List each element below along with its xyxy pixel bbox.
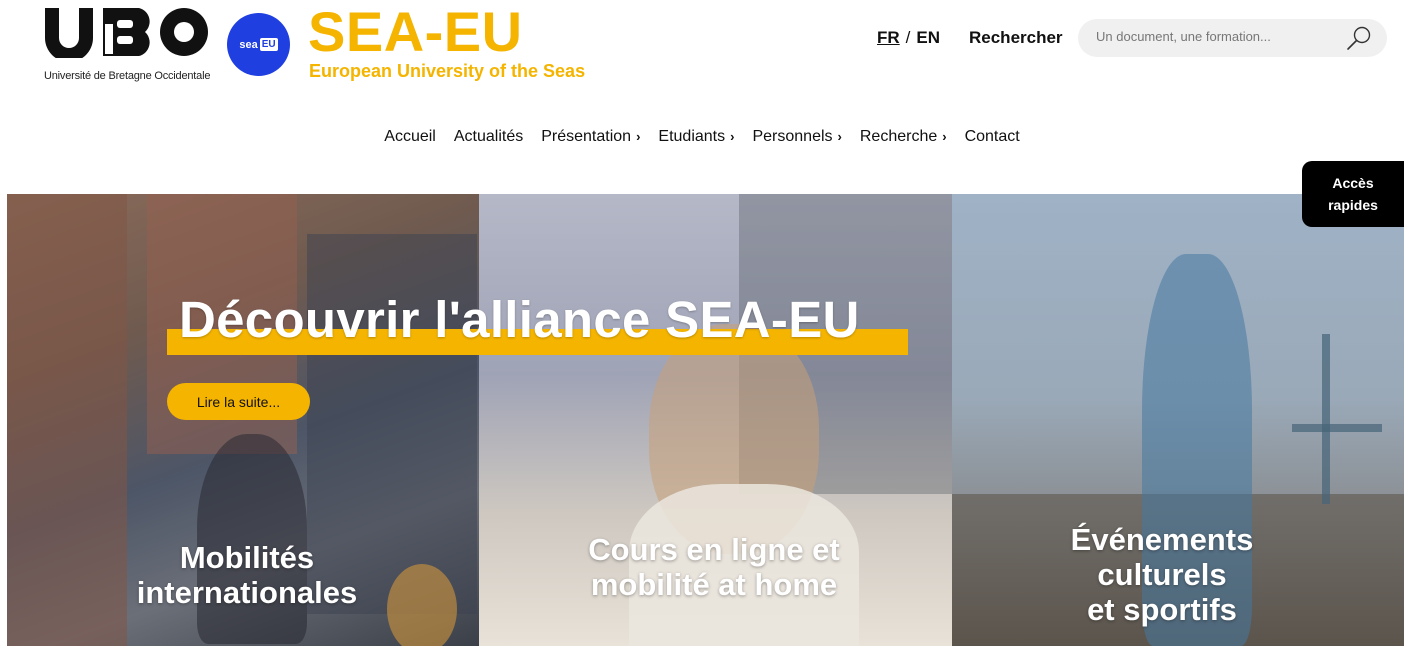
nav-item-label: Présentation — [541, 128, 632, 145]
nav-item-personnels[interactable]: Personnels › — [752, 128, 841, 152]
quick-access-button[interactable]: Accès rapides — [1302, 161, 1404, 227]
main-nav: Accueil Actualités Présentation › Etudiants ›… — [0, 128, 1404, 152]
chevron-right-icon: › — [837, 129, 842, 144]
seaeu-title[interactable]: SEA-EU — [308, 4, 523, 60]
ubo-logo[interactable]: Université de Bretagne Occidentale — [43, 6, 213, 82]
nav-item-recherche[interactable]: Recherche › — [860, 128, 947, 152]
hero-heading: Découvrir l'alliance SEA-EU — [167, 291, 908, 355]
nav-item-label: Etudiants — [658, 128, 726, 145]
hero-heading-text: Découvrir l'alliance SEA-EU — [179, 291, 860, 348]
search-label: Rechercher — [969, 28, 1063, 47]
panel-title-line: internationales — [136, 575, 358, 610]
seaeu-badge-logo[interactable]: sea EU — [227, 13, 290, 76]
chevron-right-icon: › — [942, 129, 947, 144]
panel-title-line: Cours en ligne et — [588, 532, 840, 567]
search-box — [1078, 19, 1387, 57]
nav-item-accueil[interactable]: Accueil — [384, 128, 436, 152]
nav-item-label: Recherche — [859, 128, 938, 145]
panel-cours-en-ligne[interactable]: Cours en ligne et mobilité at home — [479, 194, 952, 646]
panel-evenements[interactable]: Événements culturels et sportifs — [952, 194, 1404, 646]
chevron-right-icon: › — [636, 129, 641, 144]
seaeu-badge-left: sea — [239, 38, 258, 51]
language-switcher: FR / EN — [877, 28, 940, 48]
ubo-caption: Université de Bretagne Occidentale — [44, 70, 211, 82]
seaeu-subtitle: European University of the Seas — [309, 61, 586, 81]
panel-title-line: et sportifs — [1087, 592, 1237, 627]
nav-item-label: Personnels — [752, 128, 833, 145]
nav-item-label: Accueil — [384, 128, 436, 145]
hero-banner: Mobilités internationales Cours en ligne… — [7, 194, 1404, 646]
panel-title-evenements: Événements culturels et sportifs — [1012, 522, 1312, 627]
nav-item-label: Contact — [964, 128, 1020, 145]
panel-title-line: Événements — [1070, 522, 1254, 557]
read-more-button[interactable]: Lire la suite... — [167, 383, 310, 420]
quick-access-line: Accès — [1332, 175, 1374, 191]
quick-access-line: rapides — [1328, 197, 1378, 213]
site-header: Université de Bretagne Occidentale sea EU… — [0, 0, 1404, 92]
panel-title-line: mobilité at home — [590, 567, 838, 602]
nav-item-actualits[interactable]: Actualités — [454, 128, 523, 152]
chevron-right-icon: › — [730, 129, 735, 144]
ubo-wordmark-icon — [45, 8, 208, 58]
lang-fr-link[interactable]: FR — [877, 28, 900, 47]
panel-title-cours: Cours en ligne et mobilité at home — [539, 532, 889, 602]
nav-item-etudiants[interactable]: Etudiants › — [658, 128, 734, 152]
page: Université de Bretagne Occidentale sea EU… — [0, 0, 1404, 646]
search-input[interactable] — [1096, 29, 1326, 44]
panel-mobilites[interactable]: Mobilités internationales — [7, 194, 479, 646]
search-icon[interactable] — [1345, 24, 1373, 52]
seaeu-badge-right: EU — [259, 38, 278, 51]
lang-en-link[interactable]: EN — [916, 28, 940, 47]
lang-separator: / — [905, 28, 911, 47]
nav-item-label: Actualités — [453, 128, 524, 145]
nav-item-prsentation[interactable]: Présentation › — [541, 128, 640, 152]
panel-title-line: culturels — [1097, 557, 1227, 592]
nav-item-contact[interactable]: Contact — [965, 128, 1020, 152]
panel-title-mobilites: Mobilités internationales — [97, 540, 397, 610]
panel-title-line: Mobilités — [179, 540, 315, 575]
